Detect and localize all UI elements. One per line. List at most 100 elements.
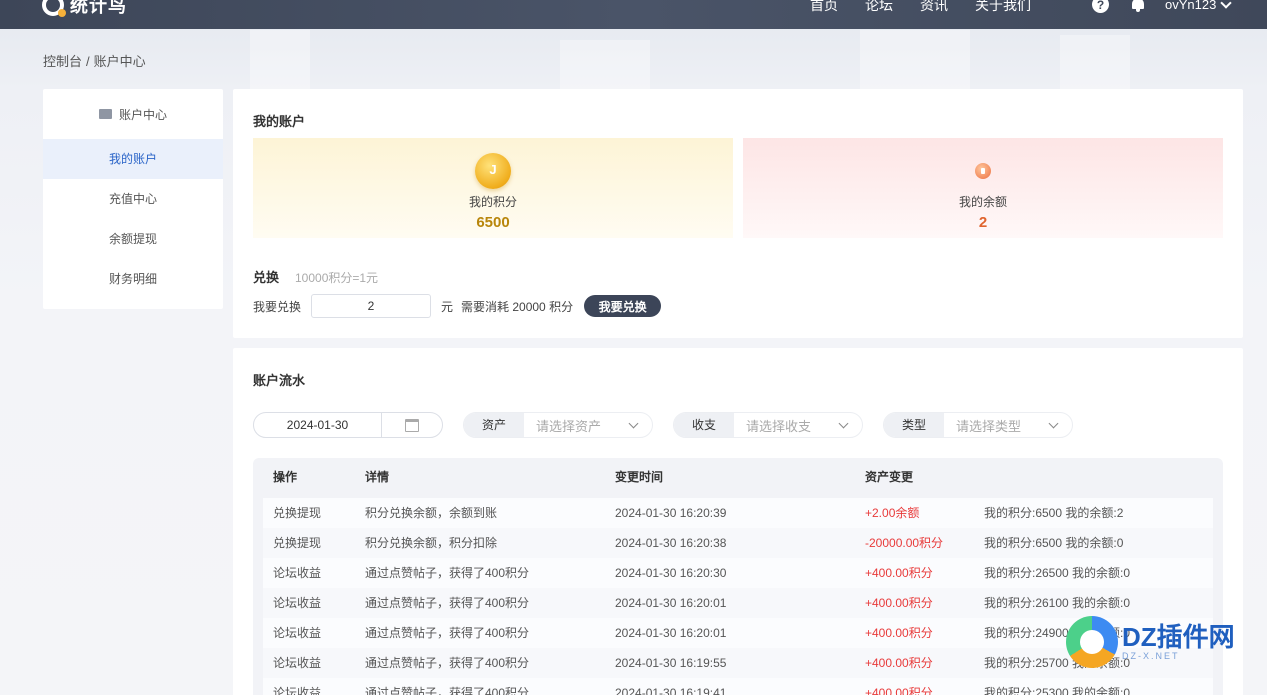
asset-select[interactable]: 资产 请选择资产 [463, 412, 653, 438]
sidebar-header: 账户中心 [43, 89, 223, 139]
income-expense-select[interactable]: 收支 请选择收支 [673, 412, 863, 438]
balance-value: 2 [978, 214, 988, 231]
row-detail: 通过点赞帖子，获得了400积分 [365, 566, 530, 580]
table-header: 操作 详情 变更时间 资产变更 [253, 468, 1223, 490]
account-sidebar: 账户中心 我的账户 充值中心 余额提现 财务明细 [43, 89, 223, 309]
row-time: 2024-01-30 16:20:39 [615, 506, 727, 520]
type-select-label: 类型 [884, 413, 944, 437]
sidebar-item-finance-details[interactable]: 财务明细 [43, 259, 223, 299]
site-logo[interactable]: 统计鸟 [42, 0, 127, 17]
balance-icon [975, 163, 991, 179]
row-time: 2024-01-30 16:19:41 [615, 686, 727, 695]
asset-select-label: 资产 [464, 413, 524, 437]
row-detail: 通过点赞帖子，获得了400积分 [365, 656, 530, 670]
watermark-domain: DZ-X.NET [1122, 651, 1180, 661]
row-summary: 我的积分:25300 我的余额:0 [984, 686, 1131, 695]
table-row: 兑换提现 积分兑换余额，积分扣除 2024-01-30 16:20:38 -20… [263, 528, 1213, 558]
row-operation: 兑换提现 [273, 536, 322, 550]
income-expense-select-placeholder[interactable]: 请选择收支 [746, 416, 832, 435]
wallet-icon [98, 109, 112, 119]
points-panel: 我的积分 6500 [253, 138, 733, 238]
exchange-cost: 需要消耗 20000 积分 [461, 299, 574, 314]
row-operation: 论坛收益 [273, 596, 322, 610]
points-label: 我的积分 [468, 195, 517, 209]
sidebar-item-withdraw[interactable]: 余额提现 [43, 219, 223, 259]
calendar-icon[interactable] [405, 418, 419, 432]
table-row: 兑换提现 积分兑换余额，余额到账 2024-01-30 16:20:39 +2.… [263, 498, 1213, 528]
sidebar-title: 账户中心 [118, 107, 167, 122]
row-change: +2.00余额 [865, 506, 920, 520]
row-change: -20000.00积分 [865, 536, 944, 550]
date-picker[interactable]: 2024-01-30 [253, 412, 443, 438]
row-detail: 通过点赞帖子，获得了400积分 [365, 596, 530, 610]
account-flow-title: 账户流水 [253, 373, 306, 388]
row-change: +400.00积分 [865, 656, 933, 670]
points-value: 6500 [476, 214, 510, 231]
table-row: 论坛收益 通过点赞帖子，获得了400积分 2024-01-30 16:19:41… [263, 678, 1213, 695]
logo-icon [42, 0, 66, 17]
my-account-title: 我的账户 [253, 114, 306, 129]
exchange-rate: 10000积分=1元 [295, 271, 379, 285]
nav-forum[interactable]: 论坛 [865, 0, 893, 15]
help-icon[interactable]: ? [1092, 0, 1109, 13]
nav-home[interactable]: 首页 [810, 0, 838, 15]
row-detail: 积分兑换余额，积分扣除 [365, 536, 498, 550]
row-operation: 论坛收益 [273, 686, 322, 695]
breadcrumb-separator: / [86, 54, 90, 69]
chevron-down-icon[interactable] [1048, 418, 1059, 428]
row-detail: 积分兑换余额，余额到账 [365, 506, 498, 520]
row-change: +400.00积分 [865, 566, 933, 580]
balance-label: 我的余额 [958, 195, 1007, 209]
row-change: +400.00积分 [865, 686, 933, 695]
sidebar-item-recharge[interactable]: 充值中心 [43, 179, 223, 219]
username-menu[interactable]: ovYn123 [1165, 0, 1216, 12]
type-select[interactable]: 类型 请选择类型 [883, 412, 1073, 438]
breadcrumb-current: 账户中心 [93, 54, 146, 69]
exchange-button[interactable]: 我要兑换 [584, 295, 662, 317]
watermark-title: DZ插件网 [1122, 622, 1235, 652]
row-time: 2024-01-30 16:20:01 [615, 626, 727, 640]
row-time: 2024-01-30 16:19:55 [615, 656, 727, 670]
row-operation: 兑换提现 [273, 506, 322, 520]
chevron-down-icon[interactable] [628, 418, 639, 428]
balance-panel: 我的余额 2 [743, 138, 1223, 238]
bell-icon[interactable] [1131, 0, 1145, 12]
row-time: 2024-01-30 16:20:38 [615, 536, 727, 550]
row-operation: 论坛收益 [273, 566, 322, 580]
row-change: +400.00积分 [865, 596, 933, 610]
row-detail: 通过点赞帖子，获得了400积分 [365, 686, 530, 695]
logo-text: 统计鸟 [70, 0, 127, 16]
type-select-placeholder[interactable]: 请选择类型 [956, 416, 1042, 435]
row-detail: 通过点赞帖子，获得了400积分 [365, 626, 530, 640]
row-time: 2024-01-30 16:20:01 [615, 596, 727, 610]
exchange-prompt: 我要兑换 [253, 299, 302, 314]
breadcrumb: 控制台 / 账户中心 [43, 51, 146, 70]
nav-news[interactable]: 资讯 [920, 0, 948, 15]
nav-about[interactable]: 关于我们 [975, 0, 1031, 15]
column-header-time: 变更时间 [615, 470, 664, 484]
breadcrumb-root[interactable]: 控制台 [43, 54, 82, 69]
top-navigation-bar: 统计鸟 首页 论坛 资讯 关于我们 ? ovYn123 [0, 0, 1267, 29]
row-summary: 我的积分:26500 我的余额:0 [984, 566, 1131, 580]
table-row: 论坛收益 通过点赞帖子，获得了400积分 2024-01-30 16:20:30… [263, 558, 1213, 588]
my-account-card: 我的账户 我的积分 6500 我的余额 2 兑换 10000积分=1元 我要兑换… [233, 89, 1243, 338]
column-header-asset-change: 资产变更 [865, 470, 914, 484]
watermark-logo: DZ插件网 DZ-X.NET [1066, 607, 1266, 677]
exchange-title: 兑换 [253, 270, 280, 285]
exchange-form: 我要兑换 元 需要消耗 20000 积分 我要兑换 [253, 294, 662, 318]
watermark-icon [1066, 616, 1118, 668]
row-summary: 我的积分:6500 我的余额:0 [984, 536, 1124, 550]
row-operation: 论坛收益 [273, 656, 322, 670]
exchange-amount-input[interactable] [311, 294, 432, 318]
income-expense-select-label: 收支 [674, 413, 734, 437]
asset-select-placeholder[interactable]: 请选择资产 [536, 416, 622, 435]
column-header-detail: 详情 [365, 470, 390, 484]
main-nav: 首页 论坛 资讯 关于我们 [810, 0, 1058, 15]
row-time: 2024-01-30 16:20:30 [615, 566, 727, 580]
sidebar-item-my-account[interactable]: 我的账户 [43, 139, 223, 179]
chevron-down-icon[interactable] [838, 418, 849, 428]
user-area: ? ovYn123 [1092, 0, 1232, 13]
column-header-operation: 操作 [273, 470, 298, 484]
chevron-down-icon[interactable] [1220, 0, 1232, 9]
date-value[interactable]: 2024-01-30 [254, 413, 382, 437]
